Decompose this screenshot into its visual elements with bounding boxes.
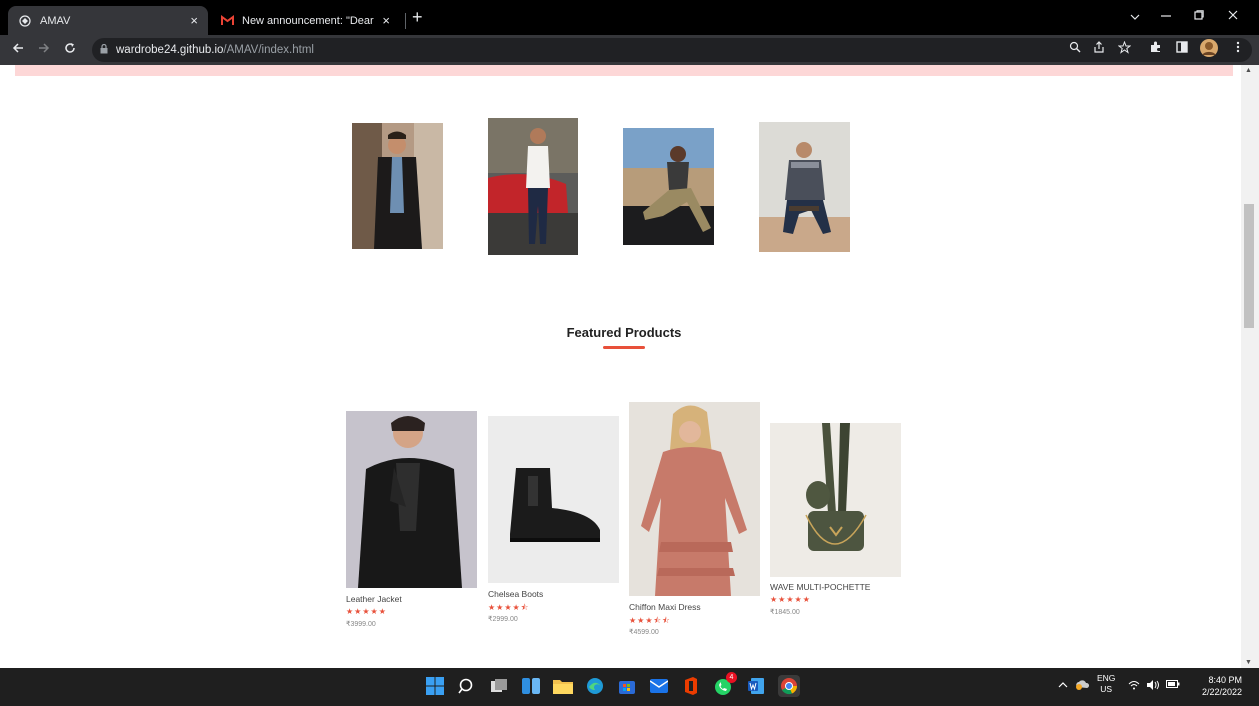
language-code: ENG: [1097, 673, 1116, 683]
share-icon[interactable]: [1093, 41, 1105, 56]
menu-kebab-icon[interactable]: [1236, 41, 1240, 56]
office-icon[interactable]: [680, 675, 702, 697]
clock-date: 2/22/2022: [1201, 687, 1242, 697]
clock-time: 8:40 PM: [1208, 675, 1242, 685]
forward-arrow-icon[interactable]: [38, 41, 50, 57]
product-card[interactable]: WAVE MULTI-POCHETTE ★★★★★ ₹1845.00: [770, 423, 901, 623]
product-image[interactable]: [770, 423, 901, 577]
gallery-photo-flannel-man[interactable]: [759, 122, 850, 252]
browser-toolbar: wardrobe24.github.io/AMAV/index.html: [0, 35, 1259, 65]
windows-taskbar: 4 ENG US 8:40 PM 2/22/2022: [0, 668, 1259, 706]
region-code: US: [1100, 684, 1113, 694]
close-window-icon[interactable]: [1228, 8, 1238, 23]
gallery-photo-sitting-man[interactable]: [623, 128, 714, 245]
tab-title: AMAV: [40, 14, 71, 27]
page-scrollbar[interactable]: ▲ ▼: [1241, 65, 1259, 668]
product-card[interactable]: Chelsea Boots ★★★★⯪ ₹2999.00: [488, 416, 619, 636]
product-name[interactable]: WAVE MULTI-POCHETTE: [770, 582, 870, 592]
task-view-icon[interactable]: [488, 675, 510, 697]
product-name[interactable]: Chelsea Boots: [488, 589, 543, 599]
product-name[interactable]: Chiffon Maxi Dress: [629, 602, 701, 612]
restore-icon[interactable]: [1194, 8, 1204, 23]
product-price: ₹2999.00: [488, 616, 518, 623]
system-clock[interactable]: 8:40 PM 2/22/2022: [1202, 674, 1242, 698]
gmail-icon: [220, 14, 234, 28]
tab-amav[interactable]: AMAV ×: [8, 6, 208, 35]
product-name[interactable]: Leather Jacket: [346, 594, 402, 604]
profile-avatar-icon[interactable]: [1199, 38, 1219, 61]
product-rating-stars: ★★★★⯪: [488, 603, 530, 612]
scrollbar-thumb[interactable]: [1244, 204, 1254, 328]
product-rating-stars: ★★★★★: [770, 595, 811, 604]
chevron-up-icon[interactable]: [1058, 680, 1068, 691]
product-price: ₹4599.00: [629, 629, 659, 636]
browser-tab-strip: AMAV × New announcement: "Dear stude × +: [0, 0, 1259, 35]
gallery-photo-white-shirt-man[interactable]: [488, 118, 578, 255]
header-band: [15, 65, 1233, 76]
product-image[interactable]: [346, 411, 477, 588]
section-title: Featured Products: [566, 325, 682, 340]
product-card[interactable]: Leather Jacket ★★★★★ ₹3999.00: [346, 411, 477, 636]
windows-start-icon[interactable]: [424, 675, 446, 697]
onedrive-icon[interactable]: [1074, 677, 1090, 694]
tab-gmail[interactable]: New announcement: "Dear stude ×: [210, 6, 400, 35]
notification-badge: 4: [726, 672, 737, 683]
volume-icon[interactable]: [1146, 680, 1160, 693]
url-path: /AMAV/index.html: [223, 44, 314, 56]
language-indicator[interactable]: ENG US: [1097, 673, 1115, 695]
product-price: ₹3999.00: [346, 621, 376, 628]
product-card[interactable]: Chiffon Maxi Dress ★★★⯪⯪ ₹4599.00: [629, 402, 760, 642]
url-host: wardrobe24.github.io: [116, 44, 224, 56]
scroll-up-arrow-icon[interactable]: ▲: [1245, 67, 1252, 74]
chevron-down-icon[interactable]: [1130, 8, 1140, 23]
product-rating-stars: ★★★⯪⯪: [629, 616, 671, 625]
lock-icon: [100, 43, 108, 57]
gallery-photo-leather-jacket-man[interactable]: [352, 123, 443, 249]
close-tab-icon[interactable]: ×: [382, 13, 390, 28]
file-explorer-icon[interactable]: [552, 675, 574, 697]
zoom-icon[interactable]: [1069, 41, 1081, 56]
extensions-icon[interactable]: [1150, 41, 1162, 56]
chrome-icon[interactable]: [778, 675, 800, 697]
word-icon[interactable]: [745, 675, 767, 697]
new-tab-button[interactable]: +: [412, 7, 423, 28]
product-rating-stars: ★★★★★: [346, 607, 387, 616]
side-panel-icon[interactable]: [1176, 41, 1188, 56]
whatsapp-icon[interactable]: 4: [712, 672, 737, 697]
back-arrow-icon[interactable]: [12, 41, 24, 57]
scroll-down-arrow-icon[interactable]: ▼: [1245, 659, 1252, 666]
globe-icon: [18, 14, 32, 28]
battery-icon[interactable]: [1166, 680, 1180, 691]
tab-separator: [405, 13, 406, 29]
close-tab-icon[interactable]: ×: [190, 13, 198, 28]
reload-icon[interactable]: [64, 41, 76, 57]
product-price: ₹1845.00: [770, 609, 800, 616]
tab-title: New announcement: "Dear stude: [242, 14, 376, 27]
edge-browser-icon[interactable]: [584, 675, 606, 697]
product-image[interactable]: [629, 402, 760, 596]
wifi-icon[interactable]: [1128, 680, 1140, 693]
product-image[interactable]: [488, 416, 619, 583]
bookmark-star-icon[interactable]: [1117, 40, 1132, 57]
store-icon[interactable]: [616, 675, 638, 697]
widgets-icon[interactable]: [520, 675, 542, 697]
minimize-icon[interactable]: [1161, 8, 1171, 23]
search-icon[interactable]: [456, 675, 478, 697]
title-underline: [603, 346, 645, 349]
mail-icon[interactable]: [648, 675, 670, 697]
